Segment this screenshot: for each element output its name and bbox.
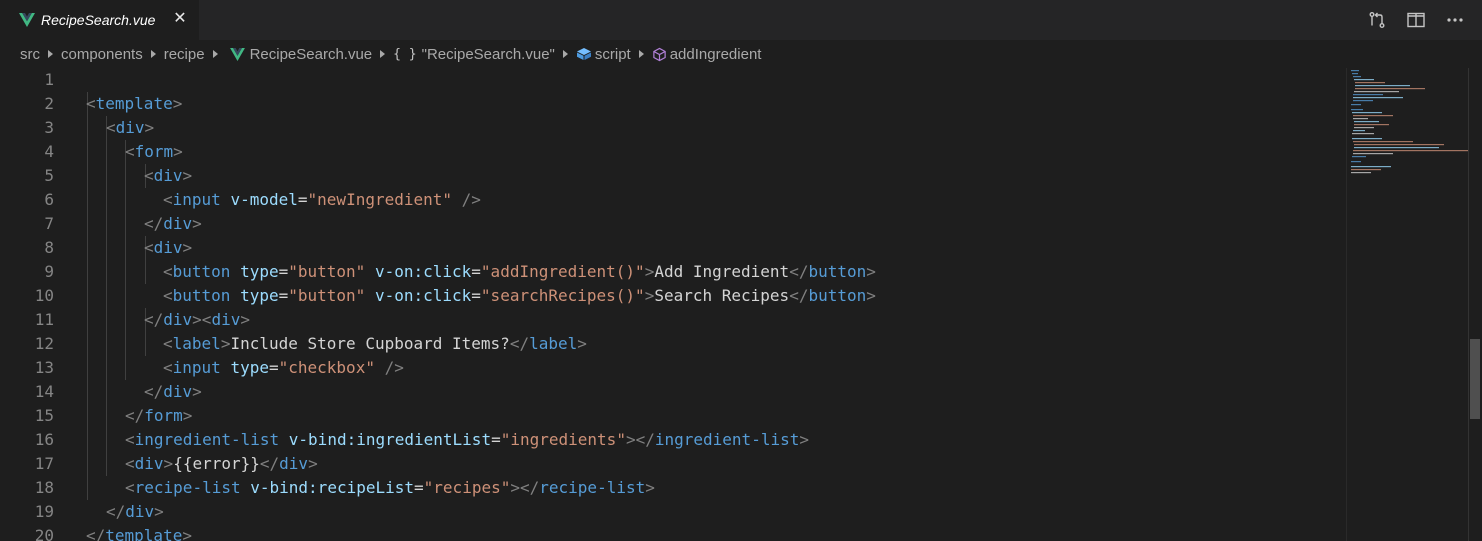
breadcrumb-script[interactable]: script (576, 46, 631, 63)
code-line: </div><div> (144, 310, 250, 329)
chevron-right-icon (562, 50, 568, 58)
chevron-right-icon (380, 50, 386, 58)
chevron-right-icon (48, 50, 53, 58)
code-line: </form> (125, 406, 193, 425)
line-number: 10 (34, 286, 54, 305)
line-number: 6 (44, 190, 54, 209)
code-line: <div> (144, 238, 193, 257)
indent-guide (125, 140, 126, 380)
code-line: </template> (86, 526, 192, 541)
line-number: 11 (34, 310, 54, 329)
scrollbar-thumb[interactable] (1470, 339, 1480, 419)
code-line: </div> (144, 214, 202, 233)
code-line: <recipe-list v-bind:recipeList="recipes"… (125, 478, 655, 497)
breadcrumb: src components recipe RecipeSearch.vue {… (0, 40, 1482, 68)
line-number: 8 (44, 238, 54, 257)
line-number: 4 (44, 142, 54, 161)
line-number: 20 (34, 526, 54, 541)
line-number: 5 (44, 166, 54, 185)
braces-icon: { } (393, 46, 417, 62)
code-line: <input type="checkbox" /> (163, 358, 404, 377)
line-number: 12 (34, 334, 54, 353)
editor-actions (1365, 8, 1482, 32)
more-actions-icon[interactable] (1443, 8, 1467, 32)
code-line: <input v-model="newIngredient" /> (163, 190, 481, 209)
line-number: 16 (34, 430, 54, 449)
code-line: <button type="button" v-on:click="addIng… (163, 262, 876, 281)
indent-guide (106, 116, 107, 476)
breadcrumb-file[interactable]: RecipeSearch.vue (229, 46, 372, 63)
chevron-right-icon (212, 50, 218, 58)
code-line: <div> (144, 166, 193, 185)
code-editor[interactable]: 1 <template> 2 <div> 3 <form> 4 <div> 5 … (0, 68, 1346, 541)
minimap[interactable] (1346, 68, 1473, 541)
line-number: 17 (34, 454, 54, 473)
line-number: 19 (34, 502, 54, 521)
code-line: <button type="button" v-on:click="search… (163, 286, 876, 305)
code-line: <label>Include Store Cupboard Items?</la… (163, 334, 587, 353)
open-changes-icon[interactable] (1365, 8, 1389, 32)
close-icon[interactable]: ✕ (172, 10, 188, 28)
breadcrumb-components[interactable]: components (61, 46, 143, 63)
chevron-right-icon (150, 50, 156, 58)
vue-icon (229, 47, 245, 61)
code-line: <div> (106, 118, 155, 137)
vertical-scrollbar[interactable] (1468, 68, 1482, 541)
line-number: 18 (34, 478, 54, 497)
indent-guide (87, 92, 88, 500)
breadcrumb-method[interactable]: addIngredient (652, 46, 761, 63)
tab-bar: RecipeSearch.vue ✕ (0, 0, 1482, 40)
method-icon (652, 47, 667, 62)
code-line: <ingredient-list v-bind:ingredientList="… (125, 430, 809, 449)
split-editor-icon[interactable] (1404, 8, 1428, 32)
line-number: 14 (34, 382, 54, 401)
chevron-right-icon (638, 50, 644, 58)
line-number: 15 (34, 406, 54, 425)
line-number: 2 (44, 94, 54, 113)
tab-recipesearch-vue[interactable]: RecipeSearch.vue ✕ (0, 0, 199, 40)
breadcrumb-recipe[interactable]: recipe (164, 46, 205, 63)
line-number: 13 (34, 358, 54, 377)
line-number: 1 (44, 70, 54, 89)
breadcrumb-src[interactable]: src (20, 46, 40, 63)
module-icon (576, 47, 592, 61)
minimap-preview (1351, 70, 1473, 174)
code-line: </div> (144, 382, 202, 401)
code-line: </div> (106, 502, 164, 521)
breadcrumb-scope[interactable]: { } "RecipeSearch.vue" (393, 46, 555, 63)
line-number: 3 (44, 118, 54, 137)
code-line: <template> (86, 94, 183, 113)
vue-icon (19, 13, 35, 27)
code-line: <form> (125, 142, 183, 161)
tab-label: RecipeSearch.vue (41, 12, 156, 28)
code-line: <div>{{error}}</div> (125, 454, 318, 473)
line-number: 7 (44, 214, 54, 233)
line-number: 9 (44, 262, 54, 281)
